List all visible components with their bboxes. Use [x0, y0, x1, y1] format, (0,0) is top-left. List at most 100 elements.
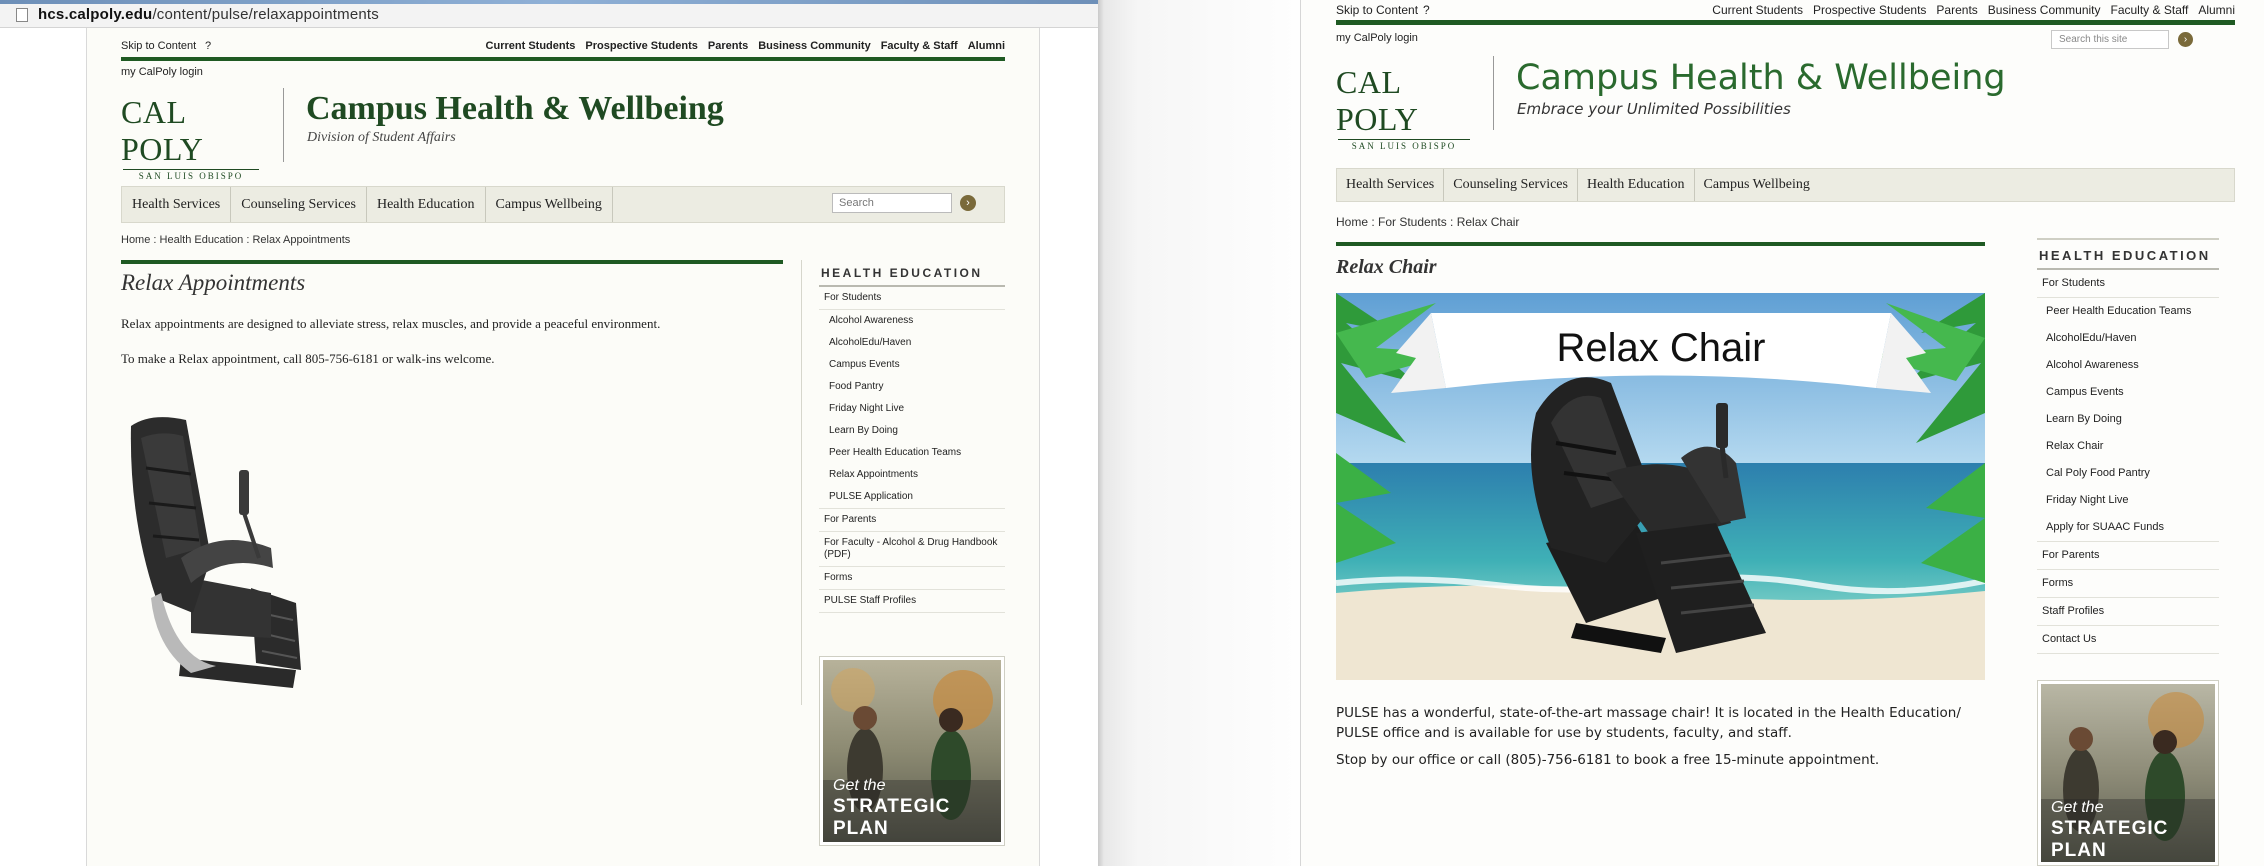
audience-link-parents[interactable]: Parents: [1936, 3, 1977, 17]
sidebar-item-food-pantry[interactable]: Food Pantry: [819, 376, 1005, 398]
page-title: Relax Appointments: [121, 270, 306, 295]
sidebar-item-apply-suaac-funds[interactable]: Apply for SUAAC Funds: [2037, 514, 2219, 542]
window-titlebar-stripe: [0, 0, 1098, 4]
site-subtitle: Embrace your Unlimited Possibilities: [1517, 100, 1791, 118]
nav-item-counseling-services[interactable]: Counseling Services: [1444, 169, 1578, 201]
logo-rule: [1338, 139, 1470, 140]
search-button[interactable]: ›: [960, 195, 976, 211]
audience-links: Current Students Prospective Students Pa…: [486, 40, 1005, 52]
sidebar-item-peer-health-education-teams[interactable]: Peer Health Education Teams: [2037, 298, 2219, 325]
sidebar-item-pulse-application[interactable]: PULSE Application: [819, 486, 1005, 509]
logo-divider: [1493, 56, 1494, 130]
audience-link-business-community[interactable]: Business Community: [758, 40, 870, 52]
nav-item-counseling-services[interactable]: Counseling Services: [231, 187, 367, 222]
url-text[interactable]: hcs.calpoly.edu/content/pulse/relaxappoi…: [38, 6, 379, 23]
audience-links: Current Students Prospective Students Pa…: [1712, 3, 2235, 17]
sidebar-nav: HEALTH EDUCATION For Students Alcohol Aw…: [819, 264, 1005, 613]
audience-link-faculty-staff[interactable]: Faculty & Staff: [2111, 3, 2189, 17]
logo-divider: [283, 88, 284, 162]
sidebar-heading[interactable]: HEALTH EDUCATION: [819, 264, 1005, 287]
audience-link-business-community[interactable]: Business Community: [1988, 3, 2101, 17]
audience-link-current-students[interactable]: Current Students: [1712, 3, 1803, 17]
logo-wordmark: CAL POLY: [1336, 64, 1419, 137]
sidebar-item-for-parents[interactable]: For Parents: [819, 509, 1005, 532]
help-link[interactable]: ?: [1423, 3, 1430, 17]
audience-link-alumni[interactable]: Alumni: [968, 40, 1005, 52]
sidebar-item-forms[interactable]: Forms: [819, 567, 1005, 590]
breadcrumb[interactable]: Home : Health Education : Relax Appointm…: [121, 234, 350, 246]
sidebar-item-alcoholedu-haven[interactable]: AlcoholEdu/Haven: [2037, 325, 2219, 352]
sidebar-item-friday-night-live[interactable]: Friday Night Live: [819, 398, 1005, 420]
sidebar-item-for-students[interactable]: For Students: [819, 287, 1005, 310]
audience-link-current-students[interactable]: Current Students: [486, 40, 576, 52]
sidebar-item-pulse-staff-profiles[interactable]: PULSE Staff Profiles: [819, 590, 1005, 613]
strategic-plan-banner[interactable]: Get the STRATEGIC PLAN: [819, 656, 1005, 846]
sidebar-item-alcoholedu-haven[interactable]: AlcoholEdu/Haven: [819, 332, 1005, 354]
sidebar-heading[interactable]: HEALTH EDUCATION: [2037, 238, 2219, 270]
banner-line-3: PLAN: [2051, 840, 2107, 861]
audience-link-alumni[interactable]: Alumni: [2198, 3, 2235, 17]
sidebar-item-relax-appointments[interactable]: Relax Appointments: [819, 464, 1005, 486]
banner-line-2: STRATEGIC: [2051, 818, 2168, 839]
sidebar-item-staff-profiles[interactable]: Staff Profiles: [2037, 598, 2219, 626]
sidebar-item-alcohol-awareness[interactable]: Alcohol Awareness: [819, 310, 1005, 332]
login-link[interactable]: my CalPoly login: [1336, 32, 1418, 44]
search-button[interactable]: ›: [2178, 32, 2193, 47]
skip-to-content-link[interactable]: Skip to Content: [1336, 3, 1418, 17]
search-input[interactable]: Search this site: [2051, 30, 2169, 49]
desktop-gap: [1098, 0, 1322, 866]
sidebar-item-food-pantry[interactable]: Cal Poly Food Pantry: [2037, 460, 2219, 487]
sidebar-nav: HEALTH EDUCATION For Students Peer Healt…: [2037, 238, 2219, 654]
nav-item-health-services[interactable]: Health Services: [1337, 169, 1445, 201]
audience-link-prospective-students[interactable]: Prospective Students: [1813, 3, 1926, 17]
breadcrumb[interactable]: Home : For Students : Relax Chair: [1336, 215, 1519, 229]
search-input[interactable]: Search: [832, 193, 952, 213]
sidebar-item-alcohol-awareness[interactable]: Alcohol Awareness: [2037, 352, 2219, 379]
sidebar-item-for-students[interactable]: For Students: [2037, 270, 2219, 298]
nav-item-health-education[interactable]: Health Education: [1578, 169, 1695, 201]
sidebar-item-peer-health-education-teams[interactable]: Peer Health Education Teams: [819, 442, 1005, 464]
banner-line-2: STRATEGIC: [833, 796, 950, 817]
login-link[interactable]: my CalPoly login: [121, 66, 203, 78]
cal-poly-logo[interactable]: CAL POLY SAN LUIS OBISPO: [121, 94, 261, 181]
nav-item-campus-wellbeing[interactable]: Campus Wellbeing: [486, 187, 613, 222]
sidebar-item-faculty-handbook[interactable]: For Faculty - Alcohol & Drug Handbook (P…: [819, 532, 1005, 567]
top-utility-nav: Skip to Content ? Current Students Prosp…: [1336, 3, 2235, 19]
sidebar-item-relax-chair[interactable]: Relax Chair: [2037, 433, 2219, 460]
left-page: Skip to Content ? Current Students Prosp…: [86, 28, 1040, 866]
site-title[interactable]: Campus Health & Wellbeing: [1516, 58, 2006, 98]
nav-item-health-education[interactable]: Health Education: [367, 187, 486, 222]
contact-paragraph: Stop by our office or call (805)-756-618…: [1336, 752, 1880, 768]
sidebar-item-contact-us[interactable]: Contact Us: [2037, 626, 2219, 654]
skip-to-content-link[interactable]: Skip to Content: [121, 40, 196, 52]
banner-line-1: Get the: [833, 777, 886, 794]
sidebar-item-learn-by-doing[interactable]: Learn By Doing: [819, 420, 1005, 442]
nav-item-health-services[interactable]: Health Services: [122, 187, 232, 222]
sidebar-item-campus-events[interactable]: Campus Events: [2037, 379, 2219, 406]
audience-link-prospective-students[interactable]: Prospective Students: [585, 40, 697, 52]
top-utility-nav: Skip to Content ? Current Students Prosp…: [121, 40, 1005, 56]
main-nav: Health Services Counseling Services Heal…: [121, 186, 1005, 223]
sidebar-item-learn-by-doing[interactable]: Learn By Doing: [2037, 406, 2219, 433]
audience-link-parents[interactable]: Parents: [708, 40, 748, 52]
content-rule: [121, 260, 783, 264]
logo-wordmark: CAL POLY: [121, 94, 204, 167]
sidebar-item-friday-night-live[interactable]: Friday Night Live: [2037, 487, 2219, 514]
address-bar[interactable]: hcs.calpoly.edu/content/pulse/relaxappoi…: [0, 0, 1098, 28]
massage-chair-image: [121, 408, 371, 698]
help-link[interactable]: ?: [205, 40, 211, 52]
banner-line-3: PLAN: [833, 818, 889, 839]
strategic-plan-banner[interactable]: Get the STRATEGIC PLAN: [2037, 680, 2219, 866]
nav-item-campus-wellbeing[interactable]: Campus Wellbeing: [1695, 169, 1819, 201]
cal-poly-logo[interactable]: CAL POLY SAN LUIS OBISPO: [1336, 64, 1472, 151]
header-rule: [1336, 20, 2235, 25]
sidebar-item-forms[interactable]: Forms: [2037, 570, 2219, 598]
audience-link-faculty-staff[interactable]: Faculty & Staff: [881, 40, 958, 52]
logo-subtext: SAN LUIS OBISPO: [1351, 141, 1457, 151]
sidebar-item-for-parents[interactable]: For Parents: [2037, 542, 2219, 570]
hero-text: Relax Chair: [1556, 326, 1766, 370]
column-separator: [801, 260, 802, 705]
sidebar-item-campus-events[interactable]: Campus Events: [819, 354, 1005, 376]
site-title[interactable]: Campus Health & Wellbeing: [306, 90, 724, 128]
right-browser-window: Skip to Content ? Current Students Prosp…: [1300, 0, 2264, 866]
